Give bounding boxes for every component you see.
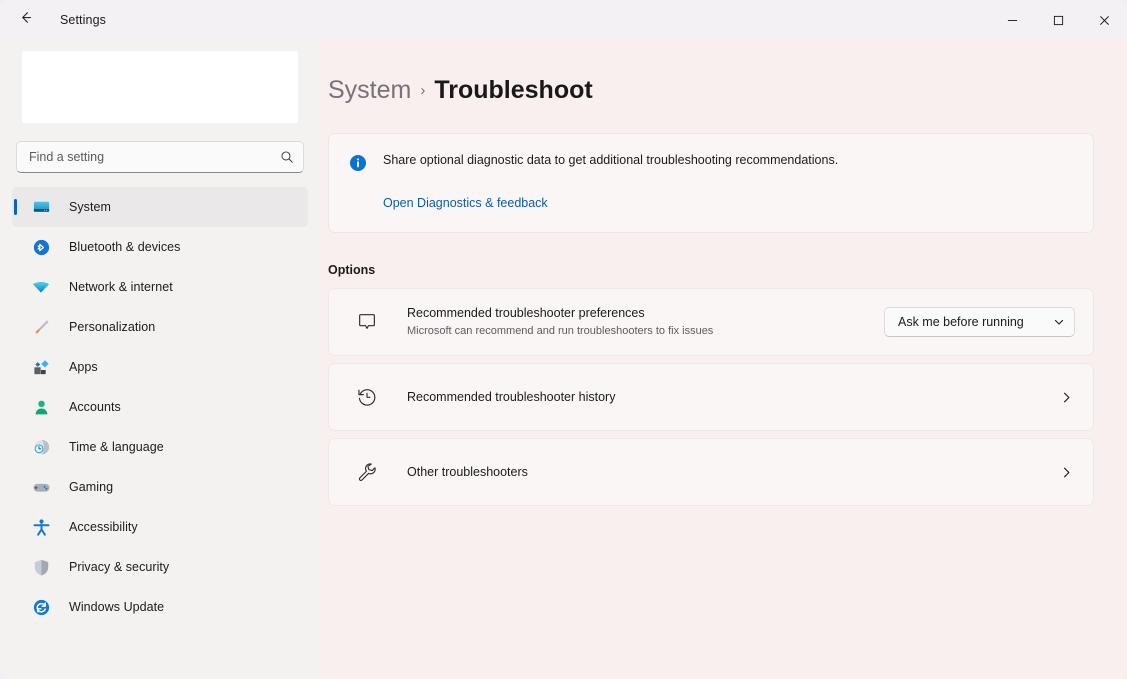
close-icon: [1099, 15, 1109, 25]
info-circle-icon: [349, 154, 367, 177]
maximize-button[interactable]: [1035, 0, 1081, 40]
breadcrumb-separator-icon: ›: [420, 82, 426, 99]
sidebar-item-label: Personalization: [69, 320, 156, 334]
history-icon: [354, 384, 380, 410]
recommended-troubleshooter-history-card[interactable]: Recommended troubleshooter history: [328, 363, 1094, 431]
info-banner-row: Share optional diagnostic data to get ad…: [349, 152, 1073, 177]
option-subtitle: Microsoft can recommend and run troubles…: [407, 325, 714, 338]
navigation-sidebar: System Bluetooth & devices: [0, 40, 320, 679]
sidebar-item-system[interactable]: System: [12, 187, 308, 227]
back-arrow-icon: [18, 10, 33, 30]
troubleshooter-preference-dropdown[interactable]: Ask me before running: [884, 307, 1075, 337]
sidebar-item-privacy-security[interactable]: Privacy & security: [12, 547, 308, 587]
breadcrumb: System › Troubleshoot: [328, 76, 1094, 105]
sidebar-item-network-internet[interactable]: Network & internet: [12, 267, 308, 307]
close-button[interactable]: [1081, 0, 1127, 40]
sidebar-nav-list: System Bluetooth & devices Network & int…: [11, 187, 309, 627]
clock-globe-icon: [30, 436, 52, 458]
update-refresh-icon: [30, 596, 52, 618]
wrench-icon: [354, 459, 380, 485]
sidebar-item-gaming[interactable]: Gaming: [12, 467, 308, 507]
search-input[interactable]: [16, 141, 304, 173]
chevron-right-icon: [1057, 466, 1075, 479]
sidebar-item-label: System: [69, 200, 111, 214]
diagnostic-info-banner: Share optional diagnostic data to get ad…: [328, 133, 1094, 233]
sidebar-item-label: Accessibility: [69, 520, 138, 534]
bluetooth-icon: [30, 236, 52, 258]
options-heading: Options: [328, 263, 376, 277]
apps-icon: [30, 356, 52, 378]
sidebar-item-label: Accounts: [69, 400, 121, 414]
title-bar: Settings: [0, 0, 1127, 40]
option-title: Recommended troubleshooter preferences: [407, 306, 645, 321]
sidebar-item-apps[interactable]: Apps: [12, 347, 308, 387]
sidebar-item-accounts[interactable]: Accounts: [12, 387, 308, 427]
window-body: System Bluetooth & devices: [0, 40, 1127, 679]
sidebar-item-accessibility[interactable]: Accessibility: [12, 507, 308, 547]
maximize-icon: [1053, 15, 1063, 25]
sidebar-item-label: Bluetooth & devices: [69, 240, 181, 254]
chevron-right-icon: [1057, 391, 1075, 404]
back-button[interactable]: [8, 5, 42, 35]
monitor-icon: [30, 196, 52, 218]
profile-card[interactable]: [22, 51, 298, 123]
chat-bubble-icon: [354, 309, 380, 335]
sidebar-item-time-language[interactable]: Time & language: [12, 427, 308, 467]
settings-window: Settings Find a setting System Bluetooth…: [0, 0, 1127, 679]
option-text-block: Recommended troubleshooter preferences M…: [407, 305, 884, 338]
window-controls: [989, 0, 1127, 40]
dropdown-selected-value: Ask me before running: [898, 315, 1024, 329]
option-text-block: Other troubleshooters: [407, 464, 1057, 481]
recommended-troubleshooter-preferences-card: Recommended troubleshooter preferences M…: [328, 288, 1094, 356]
accessibility-person-icon: [30, 516, 52, 538]
option-text-block: Recommended troubleshooter history: [407, 389, 1057, 406]
page-title: Troubleshoot: [434, 76, 593, 104]
sidebar-item-windows-update[interactable]: Windows Update: [12, 587, 308, 627]
chevron-down-icon: [1053, 316, 1065, 328]
sidebar-item-label: Time & language: [69, 440, 164, 454]
sidebar-item-label: Gaming: [69, 480, 114, 494]
gamepad-icon: [30, 476, 52, 498]
paintbrush-icon: [30, 316, 52, 338]
sidebar-item-label: Apps: [69, 360, 98, 374]
search-container: [16, 141, 304, 173]
person-icon: [30, 396, 52, 418]
open-diagnostics-feedback-link[interactable]: Open Diagnostics & feedback: [383, 196, 548, 210]
app-title: Settings: [60, 13, 106, 27]
shield-icon: [30, 556, 52, 578]
sidebar-item-label: Windows Update: [69, 600, 165, 614]
minimize-icon: [1007, 19, 1017, 21]
breadcrumb-parent[interactable]: System: [328, 76, 411, 105]
sidebar-item-bluetooth-devices[interactable]: Bluetooth & devices: [12, 227, 308, 267]
sidebar-item-label: Network & internet: [69, 280, 173, 294]
info-banner-text: Share optional diagnostic data to get ad…: [383, 153, 839, 167]
wifi-icon: [30, 276, 52, 298]
main-content: System › Troubleshoot Share optional dia…: [320, 40, 1127, 679]
option-title: Other troubleshooters: [407, 464, 528, 479]
sidebar-item-personalization[interactable]: Personalization: [12, 307, 308, 347]
option-title: Recommended troubleshooter history: [407, 389, 616, 404]
sidebar-item-label: Privacy & security: [69, 560, 170, 574]
minimize-button[interactable]: [989, 0, 1035, 40]
other-troubleshooters-card[interactable]: Other troubleshooters: [328, 438, 1094, 506]
